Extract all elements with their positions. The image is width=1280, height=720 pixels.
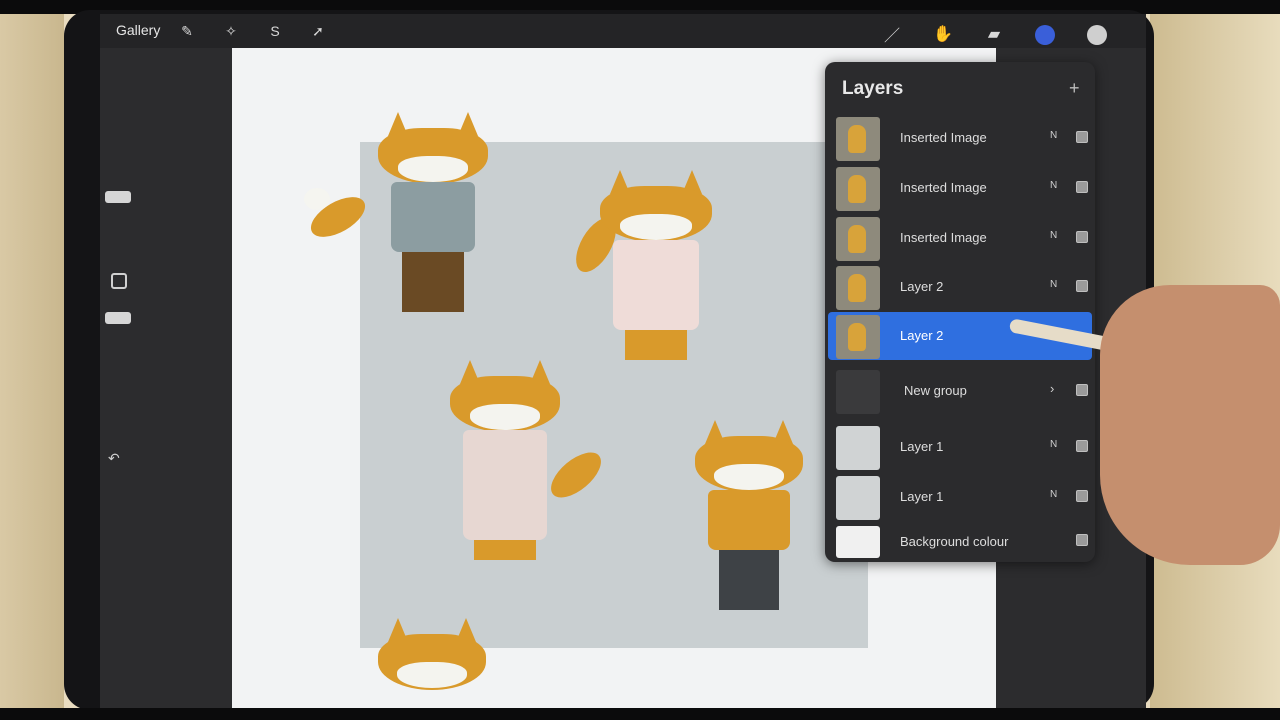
wrench-icon[interactable]: ✎ [176,20,198,42]
layer-row[interactable]: Inserted Image N [828,114,1092,162]
layer-visibility-checkbox[interactable] [1076,384,1088,396]
color-picker-button[interactable] [1087,25,1107,45]
layer-thumbnail [836,117,880,161]
layer-visibility-checkbox[interactable] [1076,534,1088,546]
layers-panel: Layers + Inserted Image N Inserted Image… [825,62,1095,562]
smudge-icon[interactable]: ✋ [931,22,955,46]
layer-visibility-checkbox[interactable] [1076,490,1088,502]
layer-row[interactable]: Inserted Image N [828,164,1092,212]
user-hand [1100,285,1280,565]
transform-arrow-icon[interactable]: ➚ [307,20,329,42]
layer-name: Layer 1 [900,489,944,504]
layer-thumbnail [836,266,880,310]
layer-row[interactable]: Layer 1 N [828,473,1092,521]
fox-illustration [304,112,488,322]
video-frame-bottom [0,708,1280,720]
gallery-button[interactable]: Gallery [116,22,160,38]
layer-visibility-checkbox[interactable] [1076,440,1088,452]
fox-illustration [568,170,712,370]
layer-thumbnail [836,167,880,211]
layer-name: Inserted Image [900,230,987,245]
add-layer-button[interactable]: + [1069,78,1080,99]
eraser-icon[interactable]: ▰ [982,22,1006,46]
desk-background-left [0,14,64,708]
brush-size-slider[interactable] [105,191,131,203]
blend-mode-button[interactable]: N [1050,489,1057,500]
background-colour-row[interactable]: Background colour [828,520,1092,568]
layer-name: Layer 2 [900,328,944,343]
selection-icon[interactable]: S [264,20,286,42]
group-expand-chevron-icon[interactable]: › [1050,381,1054,396]
layer-thumbnail [836,315,880,359]
layer-name: Inserted Image [900,180,987,195]
layer-visibility-checkbox[interactable] [1076,181,1088,193]
blend-mode-button[interactable]: N [1050,230,1057,241]
background-colour-swatch [836,526,880,558]
layer-thumbnail [836,217,880,261]
layers-icon[interactable] [1035,25,1055,45]
layer-visibility-checkbox[interactable] [1076,280,1088,292]
eyedropper-button[interactable] [111,273,127,289]
layer-row[interactable]: Layer 1 N [828,423,1092,471]
opacity-slider[interactable] [105,312,131,324]
magic-wand-icon[interactable]: ✧ [220,20,242,42]
blend-mode-button[interactable]: N [1050,279,1057,290]
layer-thumbnail [836,476,880,520]
brush-icon[interactable]: ／ [880,22,904,46]
layer-visibility-checkbox[interactable] [1076,231,1088,243]
layer-visibility-checkbox[interactable] [1076,131,1088,143]
layer-name: Inserted Image [900,130,987,145]
layers-panel-title: Layers [842,78,904,99]
layer-name: Layer 1 [900,439,944,454]
layer-group-row[interactable]: New group › [828,367,1092,415]
layer-row[interactable]: Layer 2 N [828,263,1092,311]
layer-name: Background colour [900,534,1009,549]
blend-mode-button[interactable]: N [1050,439,1057,450]
fox-illustration [378,618,486,708]
fox-illustration [695,420,803,620]
blend-mode-button[interactable]: N [1050,130,1057,141]
undo-icon[interactable]: ↶ [108,450,120,467]
layer-thumbnail [836,426,880,470]
layer-row[interactable]: Inserted Image N [828,214,1092,262]
layer-name: New group [904,383,967,398]
blend-mode-button[interactable]: N [1050,180,1057,191]
fox-illustration [450,360,609,570]
layer-name: Layer 2 [900,279,944,294]
group-thumbnail [836,370,880,414]
